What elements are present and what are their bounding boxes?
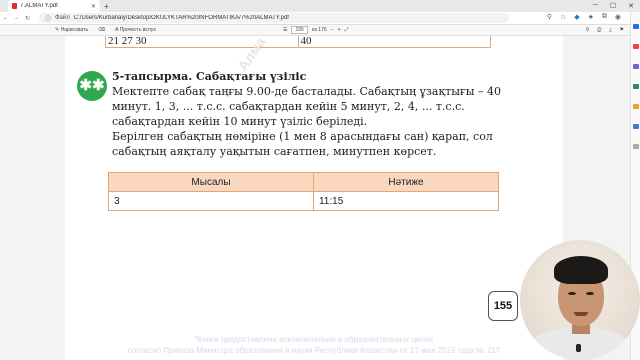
tab-title: 7.ALMATY.pdf bbox=[20, 3, 58, 9]
new-tab-button[interactable]: + bbox=[104, 2, 109, 11]
draw-label: Нарисовать bbox=[60, 27, 89, 33]
page-total: из 176 bbox=[311, 27, 327, 33]
shopping-icon[interactable] bbox=[633, 44, 639, 49]
table-row: 3 11:15 bbox=[108, 191, 500, 211]
office-icon[interactable] bbox=[633, 104, 639, 109]
read-aloud-button[interactable]: A Прочесть вслух bbox=[115, 27, 156, 33]
previous-table-right: 40 bbox=[300, 36, 312, 47]
profile-icon[interactable]: ◉ bbox=[615, 13, 621, 21]
favorites-icon[interactable]: ★ bbox=[588, 13, 594, 21]
maximize-icon[interactable]: ☐ bbox=[610, 2, 616, 10]
info-icon: ⓘ bbox=[45, 16, 52, 23]
pdf-file-icon bbox=[12, 3, 17, 9]
address-bar[interactable]: ⓘ Файл C:/Users/Kurbanaly/Desktop/OKULYK… bbox=[39, 13, 509, 23]
reload-icon[interactable]: ↻ bbox=[22, 15, 33, 22]
task-title: 5-тапсырма. Сабақтағы үзіліс bbox=[112, 70, 307, 83]
page-number-input[interactable]: 155 bbox=[291, 26, 308, 34]
cell-result: 11:15 bbox=[312, 191, 500, 211]
fit-page-icon[interactable]: ⤢ bbox=[345, 27, 349, 33]
example-table: Мысалы Нәтиже 3 11:15 bbox=[108, 172, 500, 211]
pdf-page: 21 27 30 40 Алма ✱✱ 5-тапсырма. Сабақтағ… bbox=[65, 36, 563, 360]
tools-icon[interactable] bbox=[633, 64, 639, 69]
header-result: Нәтиже bbox=[312, 172, 500, 192]
header-example: Мысалы bbox=[108, 172, 314, 192]
webcam-overlay bbox=[520, 240, 640, 360]
difficulty-badge: ✱✱ bbox=[77, 71, 107, 101]
webcam-eye-left bbox=[568, 292, 576, 295]
forward-icon[interactable]: → bbox=[11, 15, 22, 21]
add-icon[interactable] bbox=[633, 144, 639, 149]
games-icon[interactable] bbox=[633, 84, 639, 89]
table-header-row: Мысалы Нәтиже bbox=[108, 172, 500, 192]
pdf-toolbar: ✎ Нарисовать ⌫ A Прочесть вслух ☰ 155 из… bbox=[0, 25, 630, 36]
cell-example: 3 bbox=[108, 191, 314, 211]
task-block: 5-тапсырма. Сабақтағы үзіліс Мектепте са… bbox=[112, 69, 532, 159]
save-icon[interactable]: ⤓ bbox=[609, 27, 611, 33]
read-aloud-label: Прочесть вслух bbox=[119, 27, 156, 33]
collections-icon[interactable]: ⧉ bbox=[602, 13, 607, 21]
close-window-icon[interactable]: ✕ bbox=[628, 2, 634, 10]
back-icon[interactable]: ← bbox=[0, 15, 11, 21]
print-icon[interactable]: ⎙ bbox=[597, 27, 601, 33]
microphone-icon bbox=[576, 344, 581, 352]
favorite-icon[interactable]: ☆ bbox=[560, 13, 566, 21]
address-bar-row: ← → ↻ ⓘ Файл C:/Users/Kurbanaly/Desktop/… bbox=[0, 12, 640, 25]
erase-icon[interactable]: ⌫ bbox=[98, 27, 105, 33]
zoom-in-icon[interactable]: + bbox=[338, 27, 341, 33]
previous-table-tail: 21 27 30 40 bbox=[105, 36, 491, 48]
search-icon[interactable]: ⚲ bbox=[586, 27, 590, 33]
extension-icon[interactable]: ◆ bbox=[574, 13, 579, 21]
webcam-eye-right bbox=[586, 292, 594, 295]
zoom-out-icon[interactable]: − bbox=[331, 27, 334, 33]
draw-icon: ✎ bbox=[55, 27, 60, 33]
pin-icon[interactable]: ⚑ bbox=[620, 27, 624, 33]
window-controls: ─ ☐ ✕ bbox=[593, 2, 634, 10]
search-sidebar-icon[interactable] bbox=[633, 24, 639, 29]
webcam-hair bbox=[554, 256, 608, 284]
task-paragraph-2: Берілген сабақтың нөміріне (1 мен 8 арас… bbox=[112, 130, 493, 158]
webcam-mouth bbox=[574, 312, 588, 316]
footer-note: *Книга предоставлена исключительно в обр… bbox=[65, 334, 563, 356]
contents-icon[interactable]: ☰ bbox=[283, 27, 287, 33]
draw-button[interactable]: ✎ Нарисовать bbox=[55, 27, 88, 33]
address-icons: ⚲ ☆ ◆ ★ ⧉ ◉ … bbox=[547, 13, 636, 21]
tab-bar: 7.ALMATY.pdf ✕ + ─ ☐ ✕ bbox=[0, 0, 640, 12]
file-label: Файл bbox=[55, 15, 70, 21]
outlook-icon[interactable] bbox=[633, 124, 639, 129]
read-aloud-icon: A bbox=[115, 27, 119, 33]
task-paragraph-1: Мектепте сабақ таңғы 9.00-де басталады. … bbox=[112, 85, 501, 128]
minimize-icon[interactable]: ─ bbox=[593, 2, 598, 10]
zoom-icon[interactable]: ⚲ bbox=[547, 13, 552, 21]
previous-table-left: 21 27 30 bbox=[106, 36, 299, 47]
page-number: 155 bbox=[488, 291, 518, 321]
footer-line-2: согласно Приказа Министра образования и … bbox=[127, 346, 501, 355]
url-text: C:/Users/Kurbanaly/Desktop/OKULYKTAR%20I… bbox=[73, 15, 289, 21]
browser-tab[interactable]: 7.ALMATY.pdf ✕ bbox=[8, 0, 100, 12]
footer-line-1: *Книга предоставлена исключительно в обр… bbox=[194, 335, 434, 344]
close-tab-icon[interactable]: ✕ bbox=[91, 3, 96, 10]
